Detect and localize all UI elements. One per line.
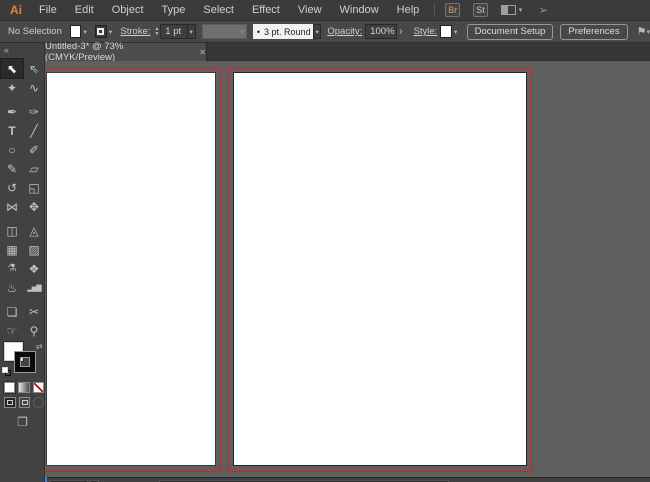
menu-type[interactable]: Type bbox=[153, 0, 195, 21]
width-profile-dropdown: ▾ bbox=[201, 24, 247, 39]
slice-tool[interactable]: ✂ bbox=[23, 302, 45, 321]
document-title: Untitled-3* @ 73% (CMYK/Preview) bbox=[45, 41, 124, 63]
stroke-weight-chevron-icon[interactable]: ▾ bbox=[187, 24, 196, 39]
control-bar: No Selection ▾ ▾ Stroke: ▴ ▾ 1 pt ▾ ▾ • … bbox=[0, 21, 650, 43]
style-swatch[interactable] bbox=[440, 25, 452, 38]
direct-selection-tool[interactable]: ⇖ bbox=[23, 59, 45, 78]
mesh-tool[interactable]: ▦ bbox=[1, 240, 23, 259]
zoom-tool[interactable]: ⚲ bbox=[23, 321, 45, 340]
none-button[interactable] bbox=[32, 382, 44, 393]
brush-name-label: 3 pt. Round bbox=[264, 26, 311, 37]
selection-status-label: No Selection bbox=[8, 26, 62, 37]
fill-color-swatch[interactable] bbox=[69, 25, 82, 38]
adobe-stock-button[interactable]: St bbox=[473, 3, 488, 17]
style-label[interactable]: Style: bbox=[414, 26, 438, 37]
menubar-divider bbox=[434, 3, 436, 17]
magic-wand-tool[interactable]: ✦ bbox=[1, 78, 23, 97]
pen-tool[interactable]: ✒ bbox=[1, 102, 23, 121]
perspective-grid-tool[interactable]: ◬ bbox=[23, 221, 45, 240]
brush-chevron-icon[interactable]: ▾ bbox=[312, 24, 322, 39]
share-app-icon: ➢ bbox=[538, 3, 549, 17]
line-segment-tool[interactable]: ╱ bbox=[23, 121, 45, 140]
document-tab[interactable]: Untitled-3* @ 73% (CMYK/Preview) ✕ bbox=[45, 41, 207, 63]
eyedropper-tool[interactable]: ⚗ bbox=[1, 259, 23, 278]
curvature-tool[interactable]: ✑ bbox=[23, 102, 45, 121]
close-icon[interactable]: ✕ bbox=[199, 48, 206, 57]
rotate-tool[interactable]: ↺ bbox=[1, 178, 23, 197]
screen-mode-button[interactable]: ❐ bbox=[0, 415, 45, 429]
menu-edit[interactable]: Edit bbox=[66, 0, 103, 21]
lasso-tool[interactable]: ∿ bbox=[23, 78, 45, 97]
scale-tool[interactable]: ◱ bbox=[23, 178, 45, 197]
opacity-input[interactable]: 100% bbox=[365, 24, 398, 39]
opacity-label[interactable]: Opacity: bbox=[327, 26, 362, 37]
pencil-tool[interactable]: ✎ bbox=[1, 159, 23, 178]
paintbrush-tool[interactable]: ✐ bbox=[23, 140, 45, 159]
menu-object[interactable]: Object bbox=[103, 0, 153, 21]
color-button[interactable] bbox=[2, 381, 17, 394]
brush-definition-dropdown[interactable]: • 3 pt. Round bbox=[252, 24, 313, 39]
menu-view[interactable]: View bbox=[289, 0, 331, 21]
stroke-chevron-icon[interactable]: ▾ bbox=[107, 25, 115, 38]
document-setup-button[interactable]: Document Setup bbox=[466, 23, 554, 40]
artboard-1[interactable] bbox=[46, 72, 216, 466]
menu-effect[interactable]: Effect bbox=[243, 0, 289, 21]
width-profile-chevron-icon: ▾ bbox=[240, 28, 244, 36]
artboard-tool[interactable]: ❏ bbox=[1, 302, 23, 321]
color-type-buttons bbox=[0, 381, 44, 394]
draw-behind-button[interactable] bbox=[18, 397, 31, 408]
canvas-area[interactable] bbox=[45, 61, 650, 477]
opacity-popout-icon[interactable]: › bbox=[399, 26, 402, 37]
eraser-tool[interactable]: ▱ bbox=[23, 159, 45, 178]
tools-grid: ⬉ ⇖ ✦ ∿ ✒ ✑ T ╱ ○ ✐ ✎ ▱ ↺ ◱ ⋈ ✥ ◫ ◬ ▦ ▨ … bbox=[0, 58, 45, 340]
width-tool[interactable]: ⋈ bbox=[1, 197, 23, 216]
stepper-down-icon[interactable]: ▾ bbox=[156, 31, 159, 37]
hand-tool[interactable]: ☞ bbox=[1, 321, 23, 340]
status-bar bbox=[45, 477, 650, 482]
free-transform-tool[interactable]: ✥ bbox=[23, 197, 45, 216]
stroke-weight-input[interactable]: 1 pt bbox=[160, 24, 188, 39]
draw-normal-button[interactable] bbox=[4, 397, 16, 408]
menu-select[interactable]: Select bbox=[194, 0, 243, 21]
chevron-down-icon[interactable]: ▾ bbox=[519, 6, 523, 14]
collapse-panel-icon[interactable]: « bbox=[4, 45, 9, 55]
menu-bar: Ai File Edit Object Type Select Effect V… bbox=[0, 0, 650, 21]
fill-chevron-icon[interactable]: ▾ bbox=[81, 25, 89, 38]
swap-fill-stroke-icon[interactable]: ⇄ bbox=[36, 342, 43, 351]
draw-inside-button bbox=[33, 397, 44, 408]
illustrator-window: Ai File Edit Object Type Select Effect V… bbox=[0, 0, 650, 482]
stroke-color-swatch[interactable] bbox=[95, 25, 107, 38]
workspace-switcher-icon[interactable] bbox=[500, 5, 516, 15]
blend-tool[interactable]: ❖ bbox=[23, 259, 45, 278]
style-chevron-icon[interactable]: ▾ bbox=[452, 25, 460, 38]
ellipse-tool[interactable]: ○ bbox=[1, 140, 23, 159]
gradient-button[interactable] bbox=[18, 382, 30, 393]
menu-file[interactable]: File bbox=[30, 0, 66, 21]
preferences-button[interactable]: Preferences bbox=[560, 23, 628, 40]
shape-builder-tool[interactable]: ◫ bbox=[1, 221, 23, 240]
stroke-weight-stepper[interactable]: ▴ ▾ bbox=[156, 26, 159, 37]
tools-panel: « ⬉ ⇖ ✦ ∿ ✒ ✑ T ╱ ○ ✐ ✎ ▱ ↺ ◱ ⋈ ✥ ◫ ◬ ▦ … bbox=[0, 43, 45, 482]
fill-stroke-controls: ⇄ bbox=[0, 342, 44, 378]
app-logo-icon: Ai bbox=[10, 3, 22, 17]
gradient-tool[interactable]: ▨ bbox=[23, 240, 45, 259]
stroke-weight-label[interactable]: Stroke: bbox=[120, 26, 150, 37]
stroke-swatch[interactable] bbox=[15, 352, 35, 372]
symbol-sprayer-tool[interactable]: ♨ bbox=[1, 278, 23, 297]
brush-preview-icon: • bbox=[256, 26, 261, 37]
menu-window[interactable]: Window bbox=[331, 0, 388, 21]
artboard-number-field[interactable] bbox=[45, 477, 47, 482]
column-graph-tool[interactable]: ▂▅▇ bbox=[23, 278, 45, 297]
artboard-2[interactable] bbox=[233, 72, 527, 466]
document-tab-bar: Untitled-3* @ 73% (CMYK/Preview) ✕ bbox=[45, 41, 650, 63]
selection-tool[interactable]: ⬉ bbox=[0, 58, 24, 79]
drawing-mode-buttons bbox=[0, 397, 44, 408]
menu-help[interactable]: Help bbox=[388, 0, 429, 21]
control-panel-chevron-icon[interactable]: ▾ bbox=[646, 28, 650, 36]
go-to-bridge-button[interactable]: Br bbox=[445, 3, 461, 17]
default-fill-stroke-icon[interactable] bbox=[2, 367, 12, 377]
type-tool[interactable]: T bbox=[1, 121, 23, 140]
control-panel-options-icon[interactable]: ⚑ bbox=[637, 25, 647, 38]
